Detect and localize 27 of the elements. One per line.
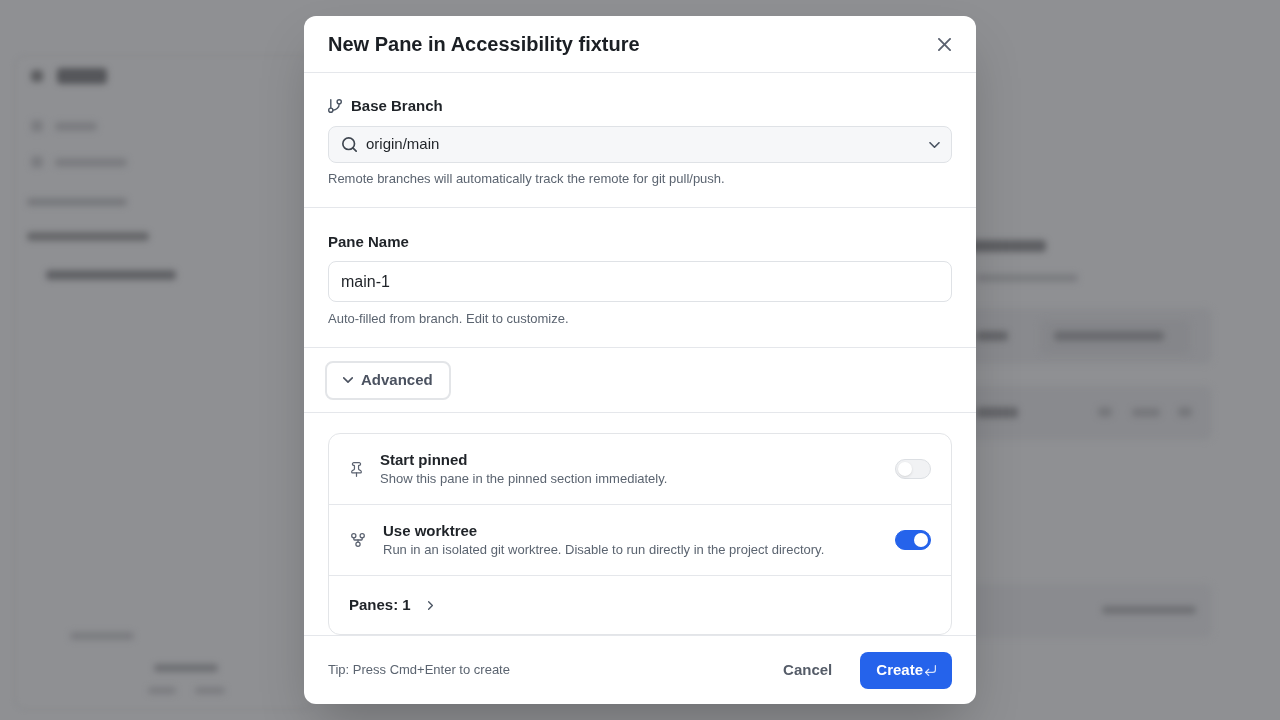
return-key-icon xyxy=(925,664,936,676)
option-title: Start pinned xyxy=(380,450,468,470)
toggle-switch[interactable] xyxy=(895,530,931,550)
pane-name-input[interactable]: main-1 xyxy=(328,261,952,302)
create-button[interactable]: Create xyxy=(860,651,952,689)
chevron-down-icon xyxy=(929,141,940,148)
hint-text: Remote branches will automatically track the remote for git pull/push. xyxy=(328,170,726,188)
panes-link[interactable]: Panes: 1 xyxy=(349,593,433,617)
option-title: Use worktree xyxy=(383,521,478,541)
git-branch-icon xyxy=(328,99,342,113)
search-icon xyxy=(342,137,357,152)
chevron-down-icon xyxy=(343,377,353,383)
pin-icon xyxy=(351,461,362,477)
chevron-right-icon xyxy=(427,600,433,610)
close-icon xyxy=(937,37,951,51)
option-description: Run in an isolated git worktree. Disable to run directly in the project directory. xyxy=(383,541,825,559)
fork-icon xyxy=(351,533,365,547)
advanced-toggle-button[interactable]: Advanced xyxy=(325,360,451,400)
tip-text: Tip: Press Cmd+Enter to create xyxy=(328,661,510,680)
field-label: Base Branch xyxy=(351,95,443,116)
dialog-title: New Pane in Accessibility fixture xyxy=(328,32,640,57)
field-label: Pane Name xyxy=(328,232,409,252)
cancel-button[interactable]: Cancel xyxy=(767,651,849,689)
hint-text: Auto-filled from branch. Edit to customize. xyxy=(328,310,570,328)
option-description: Show this pane in the pinned section immediately. xyxy=(380,470,668,488)
close-button[interactable] xyxy=(937,37,951,51)
branch-select[interactable]: origin/main xyxy=(328,126,952,163)
